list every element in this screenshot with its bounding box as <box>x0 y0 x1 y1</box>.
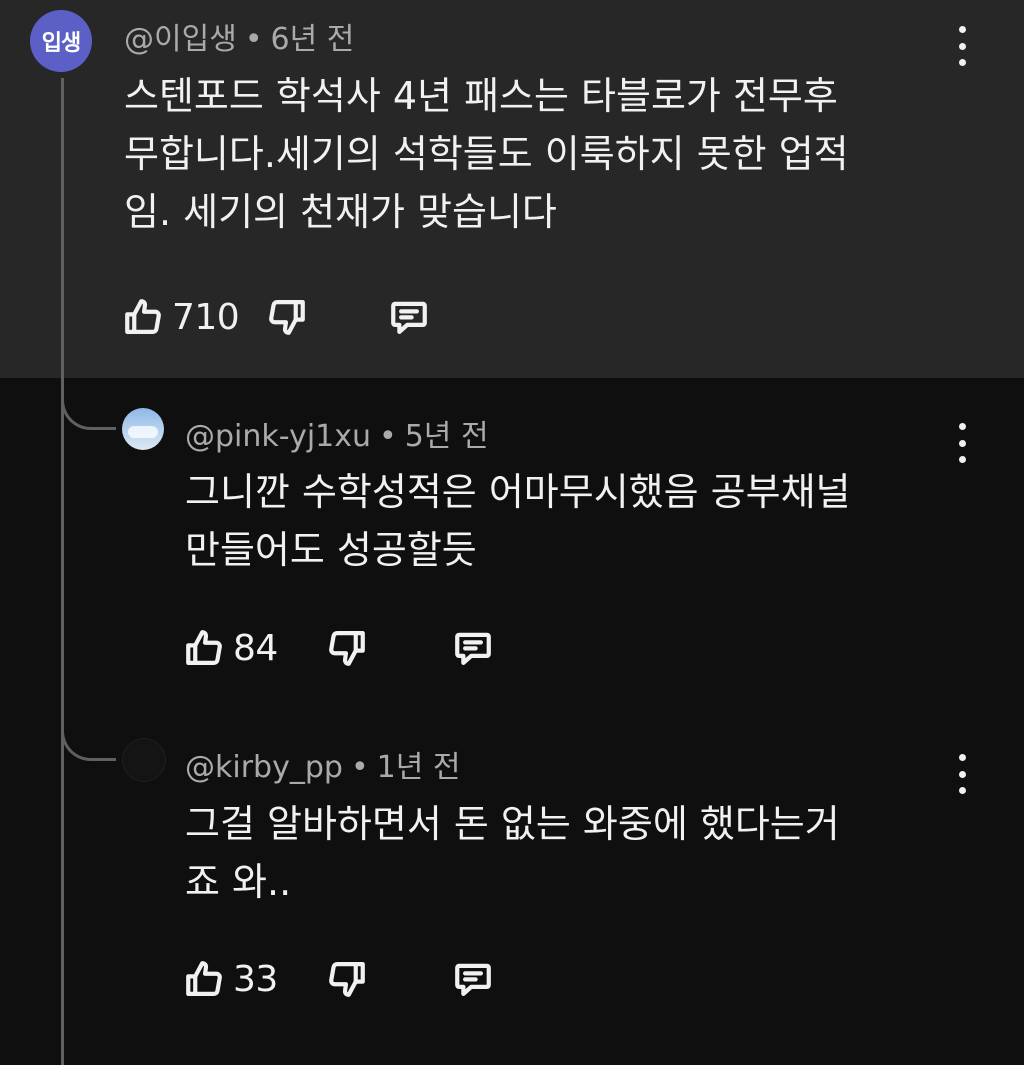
timestamp[interactable]: 1년 전 <box>377 750 461 785</box>
more-vertical-icon[interactable] <box>956 26 968 66</box>
timestamp[interactable]: 5년 전 <box>405 419 489 454</box>
comment-icon <box>391 301 427 334</box>
separator-dot: • <box>379 419 397 454</box>
comment-text-line: 스텐포드 학석사 4년 패스는 타블로가 전무후 <box>124 74 838 118</box>
comment-text-line: 무합니다.세기의 석학들도 이룩하지 못한 업적 <box>124 132 849 176</box>
like-button[interactable]: 33 <box>183 958 278 1000</box>
comment-text: 그걸 알바하면서 돈 없는 와중에 했다는거 죠 와.. <box>185 795 840 911</box>
comment-text-line: 임. 세기의 천재가 맞습니다 <box>124 190 557 234</box>
timestamp[interactable]: 6년 전 <box>271 22 355 57</box>
thumbs-up-icon <box>186 630 222 665</box>
thumbs-up-icon <box>125 299 161 334</box>
author-handle[interactable]: @이입생 <box>124 22 237 57</box>
like-count: 33 <box>233 958 278 1000</box>
like-count: 84 <box>233 627 278 669</box>
comment-text-line: 그걸 알바하면서 돈 없는 와중에 했다는거 <box>185 802 840 846</box>
thumbs-up-icon <box>186 961 222 996</box>
like-count: 710 <box>172 296 240 338</box>
comment-text: 그니깐 수학성적은 어마무시했음 공부채널 만들어도 성공할듯 <box>185 463 851 579</box>
more-vertical-icon[interactable] <box>956 423 968 463</box>
thumbs-down-icon <box>269 300 305 335</box>
comment-text: 스텐포드 학석사 4년 패스는 타블로가 전무후 무합니다.세기의 석학들도 이… <box>124 67 849 241</box>
comment-meta: @kirby_pp • 1년 전 <box>185 742 460 786</box>
thread-line <box>61 78 64 1065</box>
comment-text-line: 만들어도 성공할듯 <box>185 528 477 572</box>
reply-branch-connector <box>61 385 116 430</box>
reply-button[interactable] <box>388 296 430 338</box>
comment-icon <box>455 632 491 665</box>
comment-text-line: 죠 와.. <box>185 860 292 904</box>
avatar[interactable] <box>122 738 166 782</box>
separator-dot: • <box>244 22 263 57</box>
reply-button[interactable] <box>452 627 494 669</box>
avatar[interactable]: 입생 <box>30 10 92 72</box>
separator-dot: • <box>350 750 369 785</box>
comment-meta: @pink-yj1xu • 5년 전 <box>185 411 489 455</box>
author-handle[interactable]: @kirby_pp <box>185 750 343 785</box>
like-button[interactable]: 710 <box>122 296 240 338</box>
avatar[interactable] <box>122 408 164 450</box>
like-button[interactable]: 84 <box>183 627 278 669</box>
comment-icon <box>455 963 491 996</box>
thumbs-down-icon <box>329 631 365 666</box>
dislike-button[interactable] <box>326 627 368 669</box>
reply-button[interactable] <box>452 958 494 1000</box>
comment-text-line: 그니깐 수학성적은 어마무시했음 공부채널 <box>185 470 851 514</box>
more-vertical-icon[interactable] <box>956 754 968 794</box>
reply-branch-connector <box>61 716 116 761</box>
dislike-button[interactable] <box>266 296 308 338</box>
dislike-button[interactable] <box>326 958 368 1000</box>
author-handle[interactable]: @pink-yj1xu <box>185 419 371 454</box>
comment-meta: @이입생 • 6년 전 <box>124 14 354 58</box>
thumbs-down-icon <box>329 962 365 997</box>
avatar-initials: 입생 <box>41 31 81 56</box>
